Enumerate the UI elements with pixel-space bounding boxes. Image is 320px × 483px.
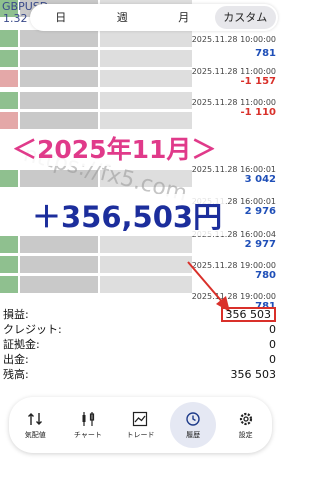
summary-row-margin: 証拠金: 0 <box>3 337 276 352</box>
total-profit-overlay: ＋356,503円 <box>28 194 227 236</box>
summary-value: 0 <box>269 323 276 336</box>
deal-amount: 781 <box>255 48 276 59</box>
trade-icon <box>133 411 148 426</box>
summary-label: 証拠金: <box>3 338 40 351</box>
settings-icon <box>239 412 252 425</box>
deal-time: 2025.11.28 11:00:00 <box>191 98 276 107</box>
blurred-row <box>0 276 192 293</box>
deal-row[interactable]: 2025.11.28 11:00:00 -1 110 <box>192 98 276 118</box>
deal-row[interactable]: 2025.11.28 11:00:00 -1 157 <box>192 67 276 87</box>
deal-time: 2025.11.28 11:00:00 <box>191 67 276 76</box>
blurred-row <box>0 236 192 253</box>
month-title-overlay: ＜2025年11月＞ <box>8 130 221 166</box>
summary-label: 残高: <box>3 368 29 381</box>
deal-amount: 3 042 <box>244 174 276 185</box>
account-summary: 損益: 356 503 クレジット: 0 証拠金: 0 出金: 0 残高: 35… <box>3 307 276 382</box>
blurred-row <box>0 50 192 67</box>
summary-label: 出金: <box>3 353 29 366</box>
summary-value: 0 <box>269 353 276 366</box>
blurred-row <box>0 70 192 87</box>
chart-icon <box>82 411 94 426</box>
nav-label: トレード <box>126 430 155 439</box>
nav-history[interactable]: 履歴 <box>170 402 217 448</box>
deal-timestamp-partial: 2025.11.28 10:00:00 <box>191 35 276 44</box>
summary-row-balance: 残高: 356 503 <box>3 367 276 382</box>
summary-value-highlighted: 356 503 <box>220 307 276 322</box>
nav-settings[interactable]: 設定 <box>223 402 269 448</box>
nav-quotes[interactable]: 気配値 <box>12 402 58 448</box>
summary-value: 356 503 <box>230 368 277 381</box>
summary-label: 損益: <box>3 308 29 321</box>
blurred-row <box>0 92 192 109</box>
nav-chart[interactable]: チャート <box>65 402 111 448</box>
blurred-row <box>0 112 192 129</box>
deal-row[interactable]: 2025.11.28 16:00:01 3 042 <box>192 165 276 185</box>
period-selector: 日 週 月 カスタム <box>30 4 278 31</box>
history-icon <box>186 411 200 426</box>
deal-row[interactable]: 781 <box>255 48 276 59</box>
nav-label: 設定 <box>238 430 253 439</box>
summary-row-withdrawal: 出金: 0 <box>3 352 276 367</box>
nav-label: 履歴 <box>186 430 201 439</box>
summary-label: クレジット: <box>3 323 62 336</box>
nav-trade[interactable]: トレード <box>117 402 163 448</box>
nav-label: チャート <box>73 430 102 439</box>
bottom-nav: 気配値 チャート トレード 履歴 設定 <box>9 397 272 453</box>
nav-label: 気配値 <box>24 430 46 439</box>
blurred-row <box>0 256 192 273</box>
deal-amount: -1 110 <box>240 107 276 118</box>
price-label: 1.32 <box>3 12 28 25</box>
blurred-row <box>0 30 192 47</box>
period-custom-tab[interactable]: カスタム <box>214 6 276 29</box>
period-day-tab[interactable]: 日 <box>30 6 92 29</box>
deal-time: 2025.11.28 16:00:01 <box>191 165 276 174</box>
summary-row-credit: クレジット: 0 <box>3 322 276 337</box>
period-week-tab[interactable]: 週 <box>92 6 154 29</box>
summary-value: 0 <box>269 338 276 351</box>
summary-row-profit: 損益: 356 503 <box>3 307 276 322</box>
deal-amount: -1 157 <box>240 76 276 87</box>
blurred-row <box>0 170 192 187</box>
quotes-icon <box>28 412 43 425</box>
deal-amount: 2 977 <box>244 239 276 250</box>
period-month-tab[interactable]: 月 <box>153 6 215 29</box>
